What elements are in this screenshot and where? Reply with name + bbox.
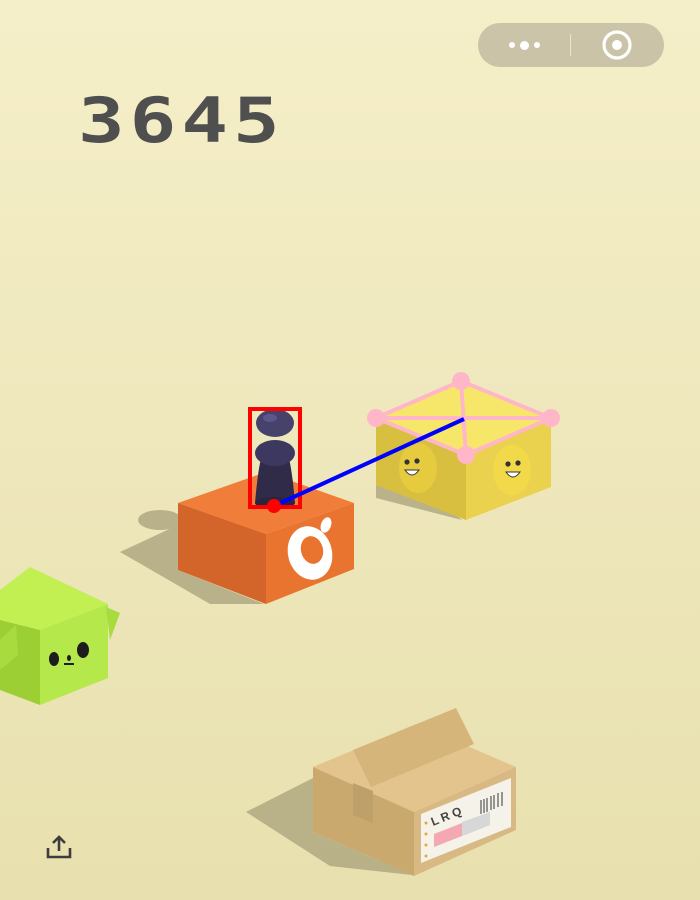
green-box xyxy=(0,567,120,705)
player-piece xyxy=(255,409,295,509)
player-base-marker xyxy=(267,499,281,513)
share-upload-icon[interactable] xyxy=(44,833,74,863)
game-scene: L R Q xyxy=(0,372,560,876)
